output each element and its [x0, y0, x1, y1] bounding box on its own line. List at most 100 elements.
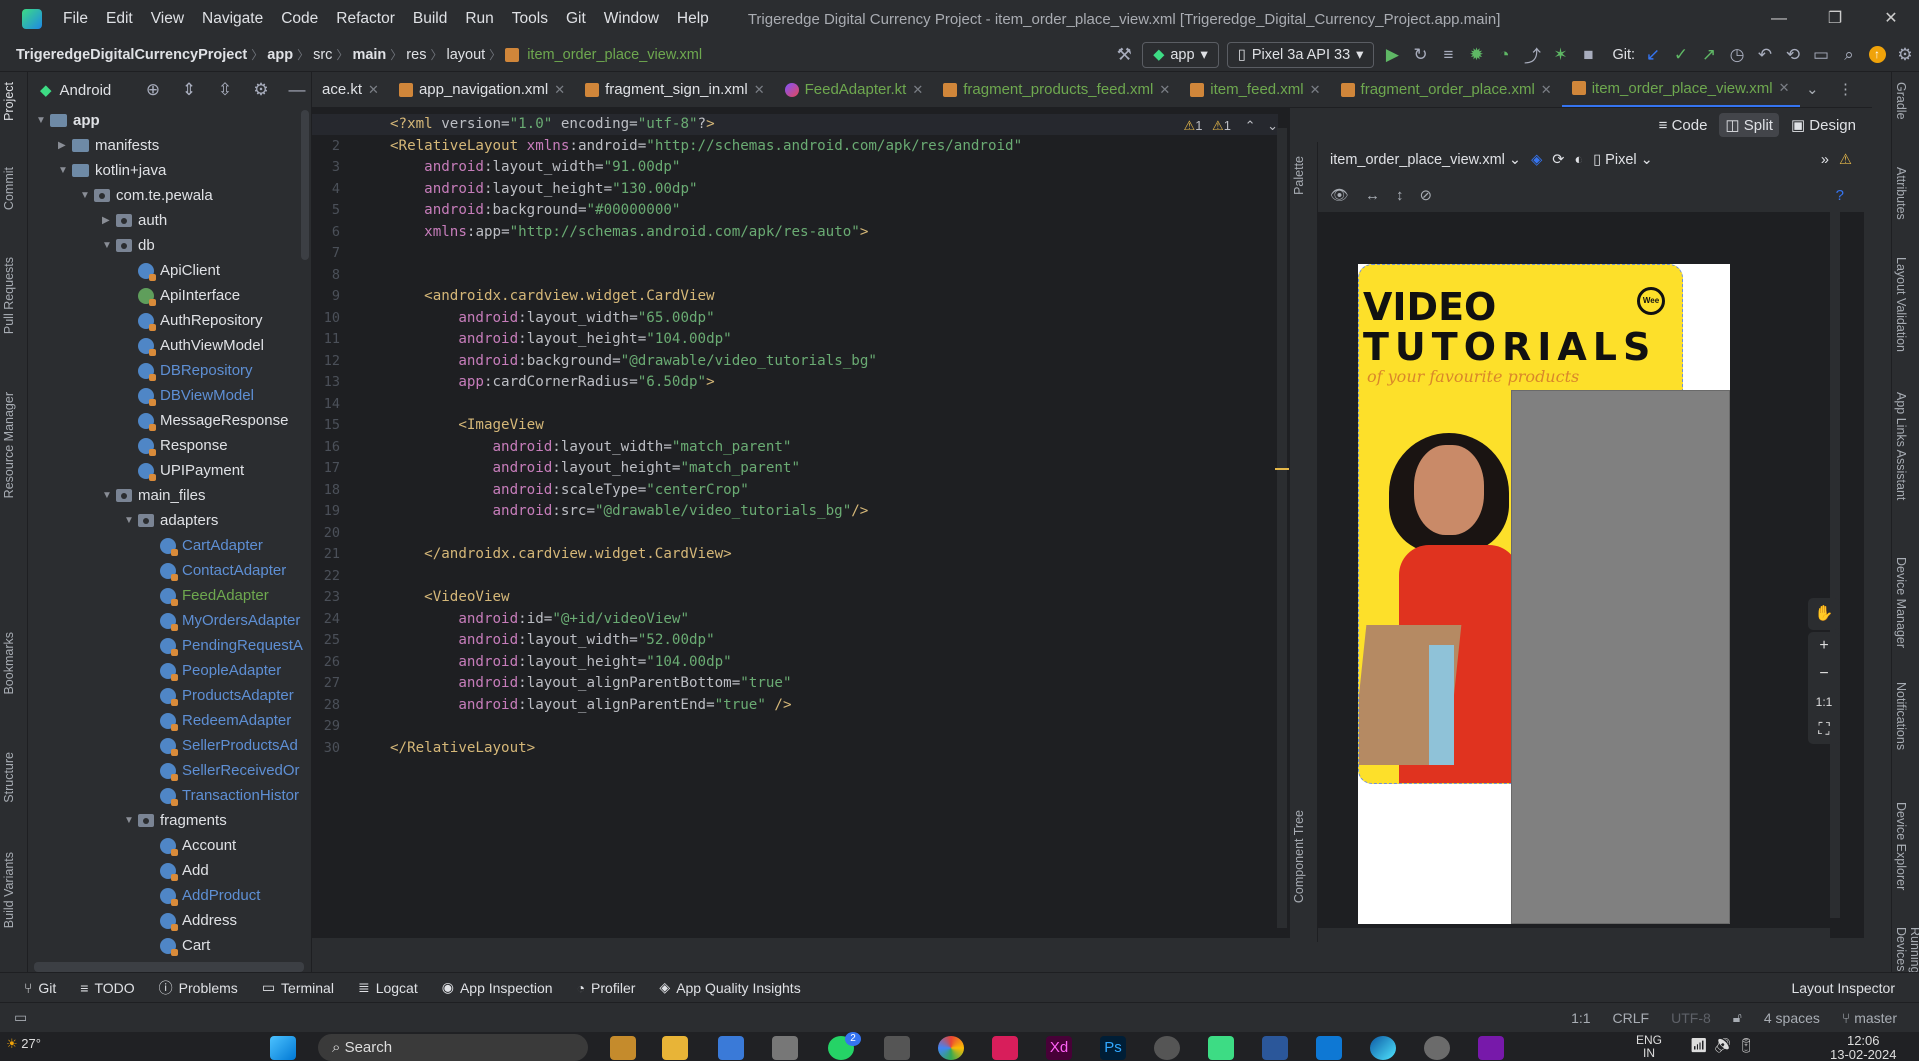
files-app-icon[interactable]	[610, 1036, 636, 1060]
more-icon[interactable]: »	[1821, 152, 1829, 168]
close-tab-icon[interactable]: ✕	[1159, 82, 1170, 98]
code-line[interactable]: android:layout_height="130.00dp"	[390, 181, 697, 197]
tree-item[interactable]: PendingRequestA	[146, 633, 303, 658]
close-icon[interactable]: ✕	[1863, 0, 1919, 38]
device-manager-icon[interactable]: ▭	[1807, 42, 1835, 68]
right-tool-tab[interactable]: Gradle	[1894, 82, 1908, 120]
right-tool-tab[interactable]: App Links Assistant	[1894, 392, 1908, 500]
line-separator[interactable]: CRLF	[1613, 1010, 1650, 1026]
code-line[interactable]: <androidx.cardview.widget.CardView	[390, 288, 714, 304]
code-line[interactable]: android:layout_height="104.00dp"	[390, 654, 731, 670]
code-line[interactable]: android:background="#00000000"	[390, 202, 680, 218]
code-line[interactable]: android:layout_width="52.00dp"	[390, 632, 714, 648]
collapse-all-icon[interactable]: ⇳	[211, 77, 239, 103]
apply-changes-icon[interactable]: ≡	[1434, 42, 1462, 68]
tool-window-button[interactable]: ◔ Profiler	[577, 980, 636, 996]
tree-item[interactable]: UPIPayment	[124, 458, 244, 483]
restore-icon[interactable]: ❐	[1807, 0, 1863, 38]
right-tool-tab[interactable]: Device Explorer	[1894, 802, 1908, 890]
canvas-horizontal-scrollbar[interactable]	[1318, 928, 1830, 938]
hammer-icon[interactable]: ⚒	[1110, 42, 1138, 68]
code-line[interactable]: <ImageView	[390, 417, 543, 433]
tree-item[interactable]: ▼ db	[102, 233, 155, 258]
editor-tab[interactable]: FeedAdapter.kt ✕	[775, 72, 934, 107]
chevron-down-icon[interactable]: ▼	[58, 165, 72, 176]
code-line[interactable]: android:layout_alignParentBottom="true"	[390, 675, 791, 691]
design-canvas[interactable]: VIDEO TUTORIALS of your favourite produc…	[1318, 212, 1864, 938]
photoshop-icon[interactable]: Ps	[1100, 1036, 1126, 1060]
code-line[interactable]: android:id="@+id/videoView"	[390, 611, 689, 627]
editor-tab[interactable]: fragment_sign_in.xml ✕	[575, 72, 774, 107]
magnet-icon[interactable]: ⊘	[1420, 186, 1433, 204]
tree-item[interactable]: ProductsAdapter	[146, 683, 294, 708]
layout-file-select[interactable]: item_order_place_view.xml ⌄	[1330, 152, 1521, 168]
onenote-icon[interactable]	[1478, 1036, 1504, 1060]
word-icon[interactable]	[1262, 1036, 1288, 1060]
status-toggle-icon[interactable]: ▭	[14, 1009, 27, 1026]
code-line[interactable]: <RelativeLayout xmlns:android="http://sc…	[390, 138, 1022, 154]
code-line[interactable]: android:layout_alignParentEnd="true" />	[390, 697, 791, 713]
editor-tab[interactable]: fragment_order_place.xml ✕	[1331, 72, 1562, 107]
calculator-icon[interactable]	[884, 1036, 910, 1060]
zoom-out-button[interactable]: −	[1808, 660, 1840, 688]
stop-icon[interactable]: ■	[1574, 42, 1602, 68]
camera-icon[interactable]	[772, 1036, 798, 1060]
code-line[interactable]: app:cardCornerRadius="6.50dp">	[390, 374, 714, 390]
tree-item[interactable]: SellerProductsAd	[146, 733, 298, 758]
tool-tab-bookmarks[interactable]: Bookmarks	[2, 632, 16, 695]
menu-code[interactable]: Code	[272, 10, 327, 28]
editor-tab[interactable]: fragment_products_feed.xml ✕	[933, 72, 1180, 107]
tree-item[interactable]: AuthRepository	[124, 308, 263, 333]
tree-item[interactable]: AddProduct	[146, 883, 260, 908]
zoom-actual-button[interactable]: 1:1	[1808, 688, 1840, 716]
tool-window-button[interactable]: ⑂ Git	[24, 980, 56, 996]
language-indicator[interactable]: ENG IN	[1636, 1034, 1662, 1060]
chevron-down-icon[interactable]: ▼	[124, 815, 138, 826]
tree-item[interactable]: ▼ fragments	[124, 808, 227, 833]
close-tab-icon[interactable]: ✕	[368, 82, 379, 98]
right-tool-tab[interactable]: Layout Validation	[1894, 257, 1908, 352]
horizontal-constraint-icon[interactable]: ↔	[1365, 187, 1380, 204]
tree-item[interactable]: DBViewModel	[124, 383, 254, 408]
code-line[interactable]: <VideoView	[390, 589, 509, 605]
layout-inspector-button[interactable]: Layout Inspector	[1791, 980, 1895, 996]
git-update-icon[interactable]: ↙	[1639, 42, 1667, 68]
menu-build[interactable]: Build	[404, 10, 456, 28]
code-line[interactable]: android:layout_height="match_parent"	[390, 460, 801, 476]
tool-tab-resource-manager[interactable]: Resource Manager	[2, 392, 16, 498]
close-tab-icon[interactable]: ✕	[1779, 80, 1790, 96]
tree-item[interactable]: TransactionHistor	[146, 783, 299, 808]
editor-scrollbar[interactable]	[1277, 128, 1287, 928]
device-select[interactable]: ▯ Pixel 3a API 33 ▾	[1226, 41, 1375, 68]
expand-all-icon[interactable]: ⇕	[175, 77, 203, 103]
orientation-icon[interactable]: ⟳	[1552, 152, 1564, 168]
tool-window-button[interactable]: ▭ Terminal	[262, 979, 334, 996]
tool-window-button[interactable]: ≡ TODO	[80, 980, 134, 996]
tool-window-button[interactable]: ≣ Logcat	[358, 979, 418, 996]
windows-start-icon[interactable]	[270, 1036, 296, 1060]
code-line[interactable]: android:layout_width="match_parent"	[390, 439, 792, 455]
obs-icon[interactable]	[1154, 1036, 1180, 1060]
tool-window-button[interactable]: ◉ App Inspection	[442, 979, 553, 996]
settings-app-icon[interactable]	[1424, 1036, 1450, 1060]
code-line[interactable]: android:src="@drawable/video_tutorials_b…	[390, 503, 869, 519]
debug-icon[interactable]: ✹	[1462, 42, 1490, 68]
vertical-scrollbar[interactable]	[301, 110, 309, 260]
run-config-select[interactable]: ◆ app ▾	[1142, 41, 1219, 68]
tool-window-button[interactable]: ◈ App Quality Insights	[659, 979, 800, 996]
clock[interactable]: 12:06 13-02-2024	[1830, 1034, 1897, 1061]
menu-refactor[interactable]: Refactor	[327, 10, 404, 28]
menu-run[interactable]: Run	[456, 10, 502, 28]
code-line[interactable]: android:background="@drawable/video_tuto…	[390, 353, 877, 369]
rerun-icon[interactable]: ↻	[1406, 42, 1434, 68]
sync-gradle-icon[interactable]: ⟲	[1779, 42, 1807, 68]
tree-item[interactable]: ▼ app	[36, 108, 100, 133]
profile-icon[interactable]: ◔	[1490, 42, 1518, 68]
tree-item[interactable]: ▼ kotlin+java	[58, 158, 166, 183]
tool-tab-build-variants[interactable]: Build Variants	[2, 852, 16, 928]
code-line[interactable]: android:layout_height="104.00dp"	[390, 331, 731, 347]
android-studio-taskbar-icon[interactable]	[1208, 1036, 1234, 1060]
vertical-constraint-icon[interactable]: ↕	[1396, 187, 1404, 204]
code-editor[interactable]: 1234567891011121314151617181920212223242…	[312, 108, 1290, 938]
menu-window[interactable]: Window	[595, 10, 668, 28]
